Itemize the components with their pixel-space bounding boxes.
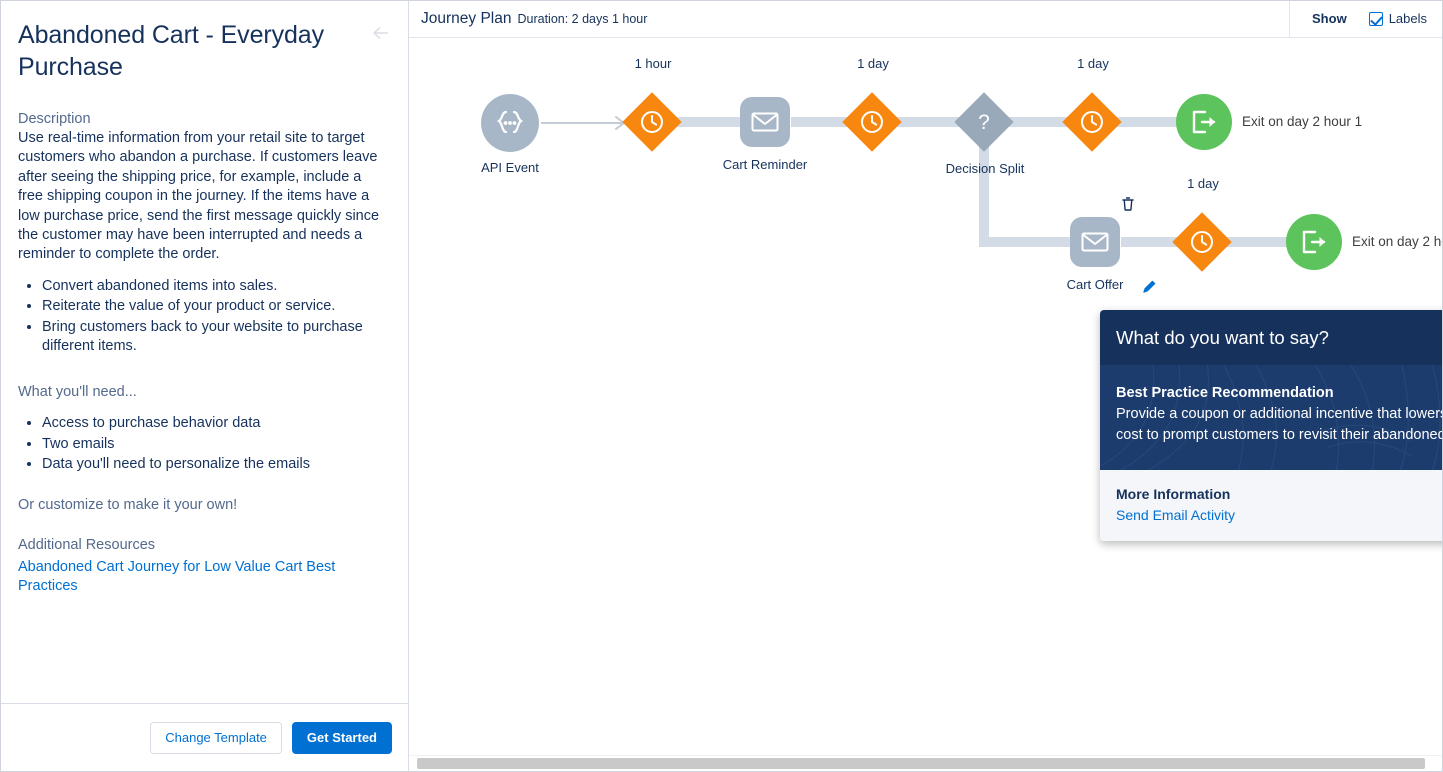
list-item: Reiterate the value of your product or s…	[42, 297, 390, 316]
wait-node-shape[interactable]	[1172, 212, 1232, 272]
journey-node-wait-2[interactable]: 1 day	[842, 56, 902, 152]
connector-wait1-to-cartreminder	[671, 117, 751, 127]
popover-footer: More Information Send Email Activity	[1100, 470, 1443, 541]
journey-wait-label: 1 day	[857, 56, 889, 71]
popover-header: What do you want to say? ✕	[1100, 310, 1443, 365]
journey-node-decision-split[interactable]: ? Decision Split	[946, 92, 1024, 176]
journey-node-exit-1[interactable]: Exit on day 2 hour 1	[1176, 94, 1362, 150]
list-item: Convert abandoned items into sales.	[42, 277, 390, 296]
template-details-sidebar: Abandoned Cart - Everyday Purchase Descr…	[0, 0, 409, 772]
journey-node-wait-3[interactable]: 1 day	[1062, 56, 1122, 152]
change-template-button[interactable]: Change Template	[150, 722, 282, 754]
send-email-activity-link[interactable]: Send Email Activity	[1116, 505, 1443, 525]
labels-checkbox[interactable]: Labels	[1368, 11, 1427, 26]
needs-list: Access to purchase behavior data Two ema…	[18, 414, 390, 474]
exit-door-icon	[1192, 110, 1216, 134]
journey-node-label: API Event	[481, 160, 539, 175]
arrow-left-icon[interactable]	[370, 22, 392, 44]
trash-icon[interactable]	[1121, 196, 1135, 217]
journey-plan-title: Journey Plan	[421, 9, 512, 27]
email-node-shape[interactable]	[740, 97, 790, 147]
journey-node-label: Decision Split	[945, 161, 1025, 176]
canvas-header-controls: Show Labels	[1289, 0, 1443, 38]
more-information-label: More Information	[1116, 486, 1231, 502]
journey-node-label: Cart Reminder	[722, 157, 808, 172]
decision-node-shape[interactable]: ?	[954, 92, 1014, 152]
clock-icon	[1191, 231, 1213, 253]
connector-api-to-wait1	[541, 122, 625, 124]
clock-icon	[1081, 111, 1103, 133]
popover-body: Best Practice Recommendation Provide a c…	[1100, 365, 1443, 470]
list-item: Bring customers back to your website to …	[42, 318, 390, 357]
journey-canvas-header: Journey Plan Duration: 2 days 1 hour Sho…	[409, 0, 1443, 38]
sidebar-footer: Change Template Get Started	[0, 703, 408, 772]
sidebar-content: Abandoned Cart - Everyday Purchase Descr…	[0, 0, 408, 703]
customize-text: Or customize to make it your own!	[18, 496, 238, 513]
get-started-button[interactable]: Get Started	[291, 722, 392, 754]
recommendation-heading: Best Practice Recommendation	[1116, 385, 1334, 401]
description-label: Description	[18, 111, 91, 127]
clock-icon	[641, 111, 663, 133]
pencil-icon[interactable]	[1142, 279, 1157, 299]
show-label: Show	[1312, 11, 1347, 26]
resource-link[interactable]: Abandoned Cart Journey for Low Value Car…	[18, 558, 390, 597]
envelope-icon	[1081, 232, 1109, 252]
question-mark-icon: ?	[978, 111, 990, 134]
journey-wait-label: 1 day	[1077, 56, 1109, 71]
exit-node-label: Exit on day 2 hour 1	[1242, 114, 1363, 129]
svg-text:?: ?	[978, 111, 990, 134]
needs-label: What you'll need...	[18, 384, 137, 401]
journey-duration: Duration: 2 days 1 hour	[517, 11, 648, 26]
benefits-list: Convert abandoned items into sales. Reit…	[18, 277, 390, 357]
exit-node-shape[interactable]	[1176, 94, 1232, 150]
api-event-node-shape[interactable]	[481, 94, 539, 152]
journey-wait-label: 1 day	[1187, 176, 1219, 191]
horizontal-scrollbar[interactable]	[409, 755, 1443, 770]
wait-node-shape[interactable]	[622, 92, 682, 152]
journey-node-wait-1[interactable]: 1 hour	[622, 56, 682, 152]
recommendation-text: Provide a coupon or additional incentive…	[1116, 406, 1443, 443]
list-item: Two emails	[42, 435, 390, 454]
journey-node-wait-4[interactable]: 1 day	[1172, 176, 1232, 272]
wait-node-shape[interactable]	[842, 92, 902, 152]
journey-plan-heading: Journey Plan Duration: 2 days 1 hour	[409, 10, 647, 28]
journey-template-screen: Abandoned Cart - Everyday Purchase Descr…	[0, 0, 1443, 772]
description-text: Use real-time information from your reta…	[18, 130, 380, 263]
popover-title: What do you want to say?	[1116, 327, 1329, 348]
journey-wait-label: 1 hour	[634, 56, 672, 71]
best-practice-popover: What do you want to say? ✕	[1100, 310, 1443, 541]
envelope-icon	[751, 112, 779, 132]
journey-node-api-event[interactable]: API Event	[481, 94, 539, 175]
api-braces-icon	[496, 110, 524, 134]
clock-icon	[861, 111, 883, 133]
exit-node-shape[interactable]	[1286, 214, 1342, 270]
email-node-shape[interactable]	[1070, 217, 1120, 267]
journey-canvas-area: Journey Plan Duration: 2 days 1 hour Sho…	[409, 0, 1443, 772]
journey-node-exit-2[interactable]: Exit on day 2 hour 1	[1286, 214, 1443, 270]
list-item: Access to purchase behavior data	[42, 414, 390, 433]
scrollbar-thumb[interactable]	[417, 758, 1425, 769]
checkbox-checked-icon[interactable]	[1368, 11, 1383, 26]
additional-resources-label: Additional Resources	[18, 537, 156, 554]
list-item: Data you'll need to personalize the emai…	[42, 455, 390, 474]
journey-node-cart-reminder[interactable]: Cart Reminder	[723, 97, 807, 172]
labels-checkbox-label: Labels	[1388, 11, 1427, 26]
exit-node-label: Exit on day 2 hour 1	[1352, 234, 1443, 249]
page-title: Abandoned Cart - Everyday Purchase	[18, 21, 325, 81]
journey-node-cart-offer[interactable]: Cart Offer	[1067, 197, 1156, 293]
journey-node-label: Cart Offer	[1066, 277, 1124, 292]
exit-door-icon	[1302, 230, 1326, 254]
wait-node-shape[interactable]	[1062, 92, 1122, 152]
